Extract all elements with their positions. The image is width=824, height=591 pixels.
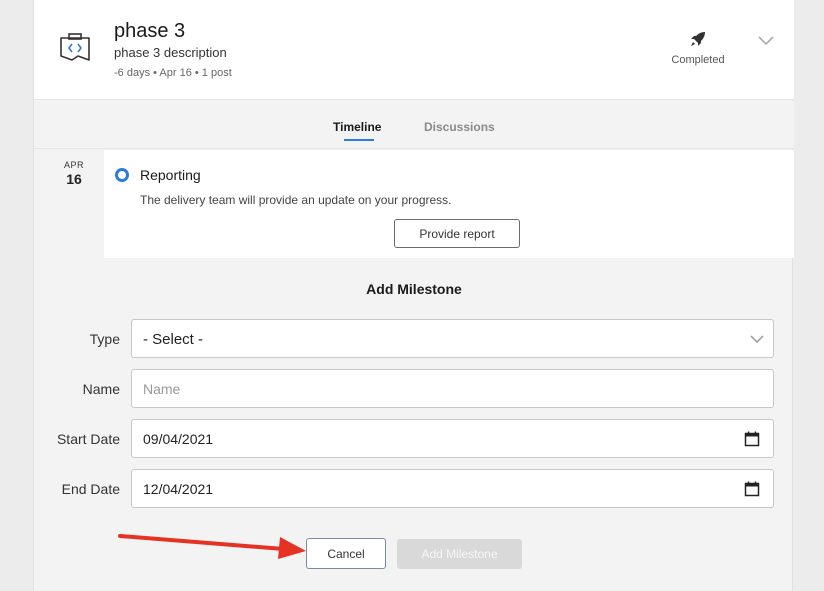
- event-status-dot: [115, 168, 129, 182]
- tab-timeline[interactable]: Timeline: [333, 120, 381, 134]
- event-title: Reporting: [140, 167, 201, 183]
- chevron-down-icon[interactable]: [756, 33, 776, 47]
- end-date-input[interactable]: 12/04/2021: [131, 469, 774, 508]
- event-day: 16: [66, 171, 82, 187]
- end-date-label: End Date: [61, 481, 120, 497]
- tab-bar: Timeline Discussions: [34, 101, 794, 149]
- calendar-icon[interactable]: [744, 431, 760, 447]
- end-date-value: 12/04/2021: [143, 481, 214, 497]
- status-label: Completed: [671, 54, 725, 66]
- phase-title: phase 3: [114, 20, 186, 42]
- timeline-event: Reporting The delivery team will provide…: [104, 150, 794, 258]
- status-indicator: Completed: [662, 30, 734, 66]
- start-date-label: Start Date: [56, 431, 120, 447]
- phase-meta: -6 days • Apr 16 • 1 post: [114, 67, 232, 79]
- calendar-icon[interactable]: [744, 481, 760, 497]
- phase-description: phase 3 description: [114, 45, 227, 60]
- type-label: Type: [89, 331, 120, 347]
- form-title: Add Milestone: [366, 281, 462, 297]
- name-input[interactable]: Name: [131, 369, 774, 408]
- start-date-input[interactable]: 09/04/2021: [131, 419, 774, 458]
- name-label: Name: [82, 381, 120, 397]
- cancel-button[interactable]: Cancel: [306, 538, 386, 569]
- event-date: APR 16: [56, 160, 92, 187]
- rocket-icon: [691, 32, 705, 46]
- add-milestone-button: Add Milestone: [397, 539, 522, 569]
- type-select-value: - Select -: [143, 331, 204, 348]
- chevron-down-icon: [750, 335, 764, 344]
- event-description: The delivery team will provide an update…: [140, 193, 452, 207]
- annotation-arrow-icon: [118, 534, 306, 559]
- start-date-value: 09/04/2021: [143, 431, 214, 447]
- tab-discussions[interactable]: Discussions: [424, 120, 495, 134]
- provide-report-button[interactable]: Provide report: [394, 219, 520, 248]
- code-window-icon: [60, 33, 90, 61]
- phase-header: phase 3 phase 3 description -6 days • Ap…: [34, 0, 794, 100]
- name-placeholder: Name: [143, 381, 181, 397]
- event-month: APR: [63, 160, 84, 170]
- type-select[interactable]: - Select -: [131, 319, 774, 358]
- phase-card: phase 3 phase 3 description -6 days • Ap…: [33, 0, 794, 591]
- active-tab-indicator: [344, 139, 374, 141]
